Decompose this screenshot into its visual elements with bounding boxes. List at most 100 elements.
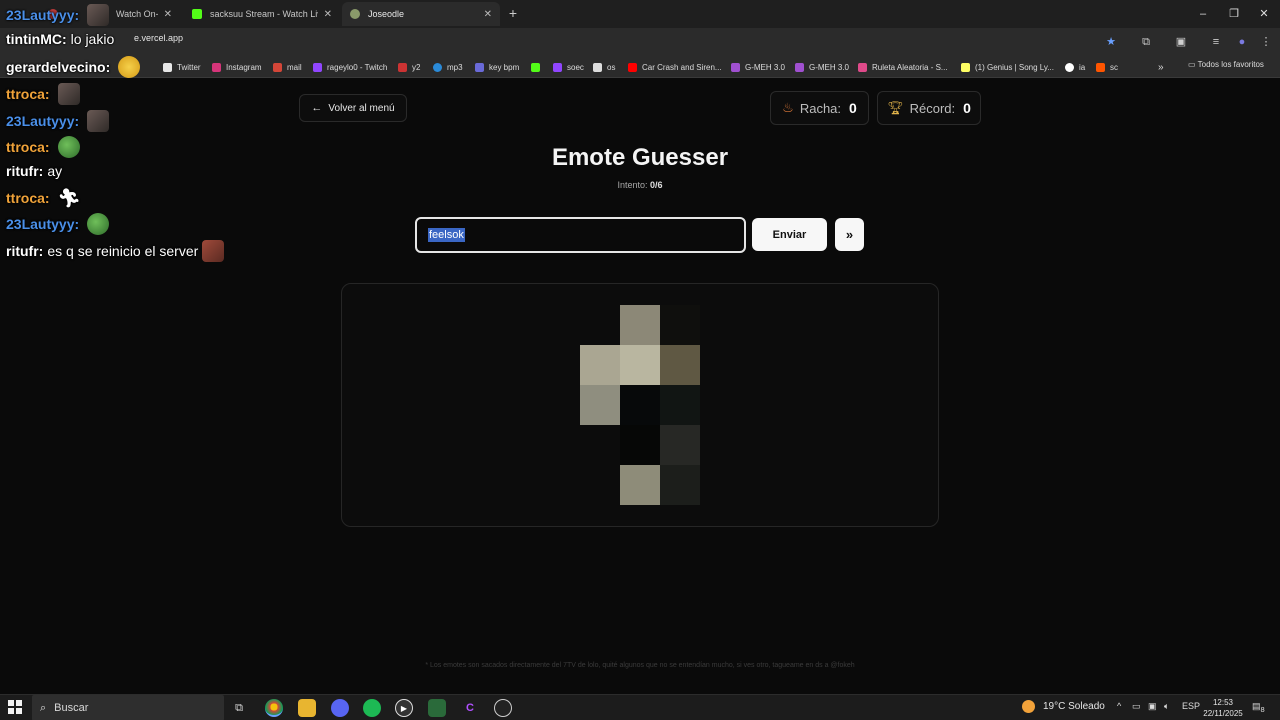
bookmark-soec[interactable]: soec: [553, 60, 584, 74]
language-indicator[interactable]: ESP: [1182, 701, 1200, 711]
bookmark-instagram[interactable]: Instagram: [212, 60, 262, 74]
chat-message: ttroca:: [6, 83, 80, 105]
chat-separator: :: [44, 86, 50, 102]
bookmark-sc[interactable]: sc: [1096, 60, 1118, 74]
new-tab-icon[interactable]: +: [504, 4, 522, 22]
network-icon[interactable]: ▣: [1148, 701, 1157, 712]
minimize-button[interactable]: –: [1188, 0, 1218, 28]
chat-emote-face-icon: [87, 110, 110, 132]
flame-icon: ♨: [782, 100, 794, 115]
spotify-icon[interactable]: [363, 699, 381, 717]
bookmark-genius[interactable]: (1) Genius | Song Ly...: [961, 60, 1054, 74]
bookmark-twitter[interactable]: Twitter: [163, 60, 201, 74]
weather-text: 19°C Soleado: [1043, 701, 1105, 712]
bookmark-y2[interactable]: y2: [398, 60, 420, 74]
emote-pixel: [660, 385, 700, 425]
cast-icon[interactable]: ▣: [1173, 34, 1189, 50]
bookmark-mp3[interactable]: mp3: [433, 60, 463, 74]
tray-chevron-icon[interactable]: ^: [1117, 701, 1121, 711]
windows-taskbar: ⌕ Buscar ⧉ ▶ C 19°C Soleado ^ ▭ ▣ 🔈︎ ESP…: [0, 694, 1280, 720]
clock-time: 12:53: [1212, 698, 1234, 707]
bookmark-ruleta[interactable]: Ruleta Aleatoria - S...: [858, 60, 948, 74]
bookmark-kick[interactable]: [531, 60, 545, 74]
bookmark-car-crash[interactable]: Car Crash and Siren...: [628, 60, 722, 74]
volume-icon[interactable]: 🔈︎: [1164, 701, 1169, 712]
chat-separator: :: [38, 243, 44, 259]
key-icon: [475, 62, 484, 72]
screen: Watch On-Dem ✕ sacksuu Stream - Watch Li…: [0, 0, 1280, 720]
chat-emote-real-icon: [202, 240, 225, 262]
task-view-icon[interactable]: ⧉: [230, 699, 248, 717]
guess-input[interactable]: feelsok: [415, 217, 746, 253]
bookmarks-overflow-icon[interactable]: »: [1158, 60, 1164, 74]
close-tab-icon[interactable]: ✕: [484, 9, 492, 20]
bookmark-mail[interactable]: mail: [273, 60, 302, 74]
close-window-button[interactable]: ✕: [1249, 0, 1279, 28]
tray-app-icon[interactable]: ▭: [1132, 701, 1141, 712]
weather-widget[interactable]: 19°C Soleado: [1022, 700, 1105, 713]
chat-message: 23Lautyyy:: [6, 4, 110, 26]
7tv-icon: [593, 62, 602, 72]
back-to-menu-button[interactable]: ← Volver al menú: [299, 94, 407, 122]
youtube-icon: [628, 62, 637, 72]
record-value: 0: [963, 100, 971, 116]
close-tab-icon[interactable]: ✕: [324, 9, 332, 20]
notification-count: 8: [1260, 704, 1265, 714]
chat-username: 23Lautyyy: [6, 113, 75, 129]
emote-pixel: [580, 425, 620, 465]
trophy-icon: 🏆︎: [887, 100, 904, 115]
bookmark-g-meh-2[interactable]: G-MEH 3.0: [795, 60, 849, 74]
chat-separator: :: [44, 190, 50, 206]
address-bar[interactable]: e.vercel.app: [134, 33, 183, 43]
chat-username: tintinMC: [6, 31, 62, 47]
streak-counter: ♨ Racha: 0: [770, 91, 869, 125]
windows-start-icon[interactable]: [8, 700, 22, 714]
obs-icon[interactable]: [494, 699, 512, 717]
chat-text: es q se reinicio el server: [47, 243, 199, 259]
skip-button[interactable]: »: [835, 218, 864, 251]
chat-emote-face-icon: [87, 4, 110, 26]
taskbar-search-box[interactable]: ⌕ Buscar: [32, 695, 224, 720]
discord-icon[interactable]: [331, 699, 349, 717]
chat-message: 23Lautyyy:: [6, 110, 110, 132]
bookmark-ia[interactable]: ia: [1065, 60, 1085, 74]
restore-button[interactable]: ❐: [1219, 0, 1249, 28]
all-favorites-folder[interactable]: ▭ Todos los favoritos: [1188, 60, 1264, 69]
bookmark-star-icon[interactable]: ★: [1103, 34, 1119, 50]
guess-input-value: feelsok: [428, 228, 465, 242]
ruleta-icon: [858, 62, 867, 72]
bookmark-key-bpm[interactable]: key bpm: [475, 60, 519, 74]
profile-avatar-icon[interactable]: ●: [1234, 34, 1250, 50]
taskbar-clock[interactable]: 12:53 22/11/2025: [1200, 697, 1246, 719]
g-meh-icon: [731, 62, 740, 72]
bookmark-g-meh-1[interactable]: G-MEH 3.0: [731, 60, 785, 74]
emote-preview-card: [341, 283, 939, 527]
emote-pixel: [620, 425, 660, 465]
app-c-icon[interactable]: C: [461, 699, 479, 717]
chat-emote-sweat-icon: [118, 56, 141, 78]
tab-joseodle[interactable]: Joseodle ✕: [342, 2, 500, 26]
chrome-icon[interactable]: [265, 699, 283, 717]
game-app-icon[interactable]: [428, 699, 446, 717]
tab-sacksuu-stream[interactable]: sacksuu Stream - Watch Live on ✕: [184, 2, 340, 26]
media-player-icon[interactable]: ▶: [395, 699, 413, 717]
bookmark-os[interactable]: os: [593, 60, 615, 74]
chat-message: tintinMC: lo jakio: [6, 31, 114, 47]
menu-kebab-icon[interactable]: ⋮: [1258, 34, 1274, 50]
bookmark-rageylo0-twitch[interactable]: rageylo0 - Twitch: [313, 60, 387, 74]
mp3-icon: [433, 62, 442, 72]
chat-username: ttroca: [6, 86, 45, 102]
attempt-counter: Intento: 0/6: [0, 180, 1280, 190]
tab-title: sacksuu Stream - Watch Live on: [210, 9, 318, 19]
bookmarks-bar: Twitter Instagram mail rageylo0 - Twitch…: [0, 56, 1280, 78]
close-tab-icon[interactable]: ✕: [164, 9, 172, 20]
arrow-left-icon: ←: [311, 102, 323, 114]
twitch-icon: [313, 62, 322, 72]
send-button[interactable]: Enviar: [752, 218, 827, 251]
extensions-icon[interactable]: ⧉: [1138, 34, 1154, 50]
file-explorer-icon[interactable]: [298, 699, 316, 717]
tab-title: Joseodle: [368, 9, 405, 19]
page-title: Emote Guesser: [551, 144, 729, 171]
notifications-icon[interactable]: ▤8: [1252, 701, 1265, 714]
media-icon[interactable]: ≡: [1208, 34, 1224, 50]
